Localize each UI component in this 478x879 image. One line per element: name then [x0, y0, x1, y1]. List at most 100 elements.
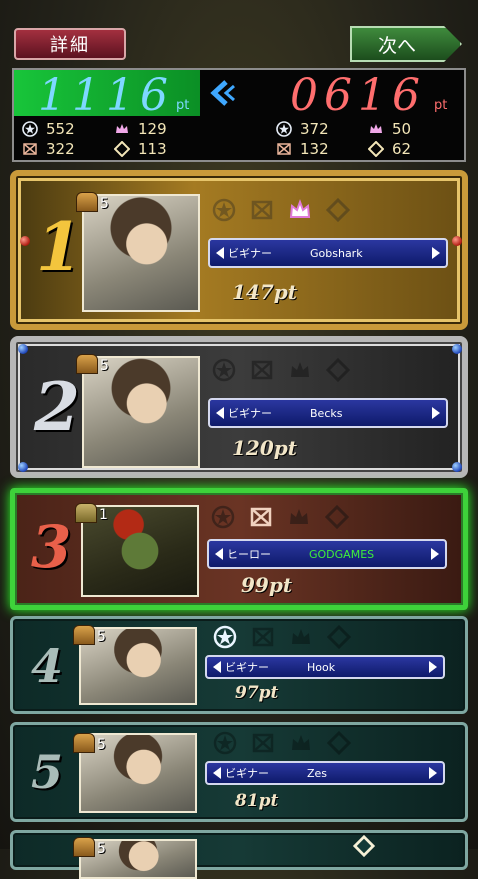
- player-name: Gobshark: [310, 246, 363, 260]
- player-name: Hook: [307, 660, 336, 674]
- red-gem: [452, 236, 462, 246]
- flag-icon: [252, 627, 274, 647]
- wheel-icon: [212, 198, 236, 222]
- arrow-right-icon: [429, 661, 437, 673]
- next-button[interactable]: 次へ: [350, 26, 462, 62]
- player-points: 99pt: [241, 573, 293, 597]
- ranking-row-2[interactable]: 2 5 ビギナー Becks 120pt: [10, 336, 468, 478]
- stat-value: 62: [392, 140, 412, 158]
- ranking-row-1[interactable]: 1 5 ビギナー Gobshark 147pt: [10, 170, 468, 330]
- rank-number: 5: [31, 745, 64, 799]
- icon-row: [211, 505, 349, 529]
- player-title: ビギナー: [228, 407, 272, 420]
- rank-number: 2: [34, 368, 80, 446]
- player-points: 81pt: [235, 791, 279, 811]
- arrow-right-icon: [431, 548, 439, 560]
- wheel-icon: [211, 505, 235, 529]
- level-value: 5: [100, 358, 109, 374]
- rank-number: 1: [36, 208, 82, 286]
- score-unit-right: pt: [434, 98, 448, 113]
- stat-crown-right: 50: [368, 120, 411, 138]
- arrow-left-icon: [213, 661, 221, 673]
- ranking-row-3[interactable]: 3 1 ヒーロー GODGAMES 99pt: [10, 488, 468, 610]
- stat-flag-right: 132: [276, 140, 329, 158]
- arrow-left-icon: [216, 407, 224, 419]
- ranking-row-5[interactable]: 5 5 ビギナー Zes 81pt: [10, 722, 468, 822]
- gate-icon: [76, 354, 98, 374]
- player-name: GODGAMES: [309, 547, 375, 561]
- flag-icon: [251, 200, 273, 220]
- stat-wheel-right: 372: [276, 120, 329, 138]
- arrow-right-icon: [432, 247, 440, 259]
- player-points: 147pt: [232, 280, 297, 304]
- player-name-bar: ビギナー Gobshark: [208, 238, 448, 268]
- level-badge: 5: [73, 625, 106, 645]
- level-value: 5: [97, 841, 106, 857]
- ranking-row-6[interactable]: 5: [10, 830, 468, 879]
- stat-diamond-right: 62: [368, 140, 411, 158]
- level-badge: 5: [73, 837, 106, 857]
- diamond-icon: [114, 141, 130, 157]
- stat-value: 322: [46, 140, 75, 158]
- ranking-row-4[interactable]: 4 5 ビギナー Hook 97pt: [10, 616, 468, 714]
- arrow-left-icon: [215, 548, 223, 560]
- level-badge: 5: [73, 733, 106, 753]
- stat-crown-left: 129: [114, 120, 167, 138]
- crown-icon: [370, 124, 382, 133]
- flag-icon: [277, 143, 291, 155]
- icon-row: [212, 198, 350, 222]
- player-points: 120pt: [232, 436, 297, 460]
- player-name: Zes: [307, 766, 328, 780]
- crown-icon: [292, 629, 310, 644]
- player-title: ビギナー: [228, 247, 272, 260]
- level-value: 1: [99, 507, 108, 523]
- arrow-left-icon: [213, 767, 221, 779]
- wheel-icon: [213, 731, 237, 755]
- level-value: 5: [100, 196, 109, 212]
- wheel-icon: [213, 625, 237, 649]
- rank-number: 3: [31, 513, 72, 581]
- arrow-left-icon: [216, 247, 224, 259]
- book-icon: [75, 503, 97, 523]
- detail-button[interactable]: 詳細: [14, 28, 126, 60]
- crown-icon: [292, 735, 310, 750]
- flag-icon: [23, 143, 37, 155]
- crown-icon: [116, 124, 128, 133]
- diamond-icon: [368, 141, 384, 157]
- player-title: ビギナー: [225, 767, 269, 780]
- gate-icon: [73, 837, 95, 857]
- diamond-icon: [327, 731, 351, 755]
- team-score-right: 0616: [290, 70, 426, 121]
- arrow-right-icon: [432, 407, 440, 419]
- wheel-icon: [22, 121, 38, 137]
- stat-value: 113: [138, 140, 167, 158]
- flag-icon: [251, 360, 273, 380]
- level-value: 5: [97, 737, 106, 753]
- stat-flag-left: 322: [22, 140, 75, 158]
- player-title: ヒーロー: [227, 548, 271, 561]
- wheel-icon: [212, 358, 236, 382]
- icon-row: [213, 625, 351, 649]
- gate-icon: [73, 625, 95, 645]
- icon-row: [213, 731, 351, 755]
- player-name: Becks: [310, 406, 343, 420]
- wheel-icon: [276, 121, 292, 137]
- crown-icon: [289, 199, 311, 218]
- player-name-bar: ビギナー Becks: [208, 398, 448, 428]
- crown-icon: [291, 362, 309, 377]
- level-badge: 1: [75, 503, 108, 523]
- player-name-bar: ヒーロー GODGAMES: [207, 539, 447, 569]
- stat-value: 129: [138, 120, 167, 138]
- red-gem: [20, 236, 30, 246]
- chevron-left-icon: [210, 80, 235, 106]
- team-score-left: 1116: [38, 70, 174, 121]
- player-name-bar: ビギナー Zes: [205, 761, 445, 785]
- stat-diamond-left: 113: [114, 140, 167, 158]
- blue-gem: [18, 462, 28, 472]
- crown-icon: [290, 509, 308, 524]
- arrow-right-icon: [429, 767, 437, 779]
- diamond-icon: [327, 625, 351, 649]
- blue-gem: [18, 344, 28, 354]
- blue-gem: [452, 344, 462, 354]
- level-value: 5: [97, 629, 106, 645]
